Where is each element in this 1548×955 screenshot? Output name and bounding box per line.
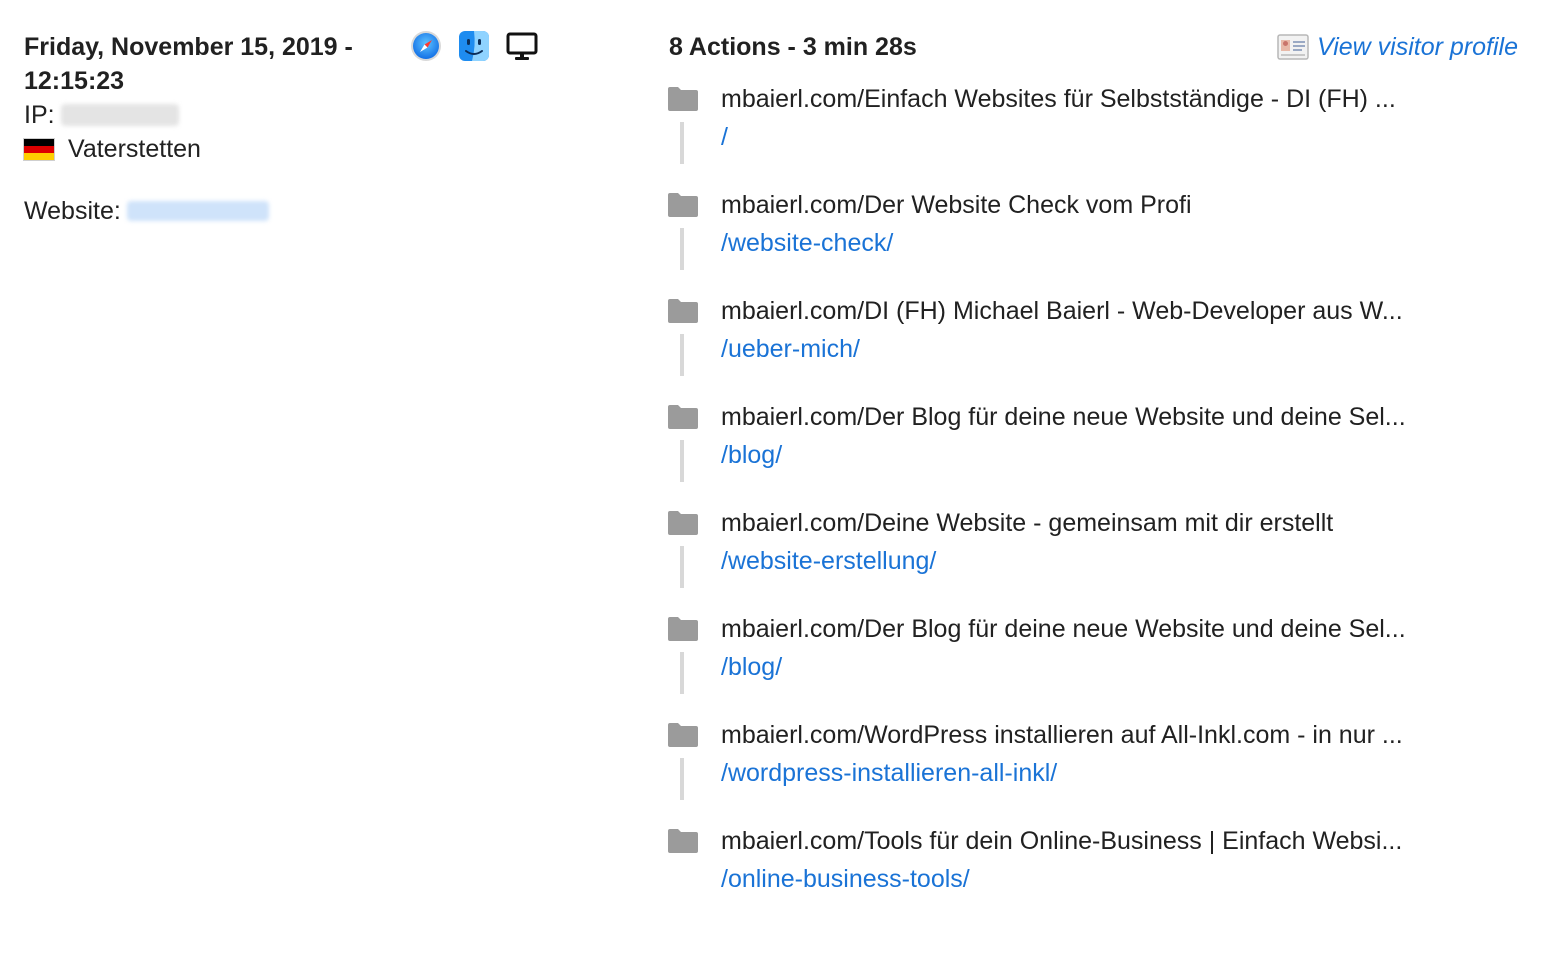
action-item: mbaierl.com/Deine Website - gemeinsam mi… <box>667 506 1457 612</box>
folder-icon <box>667 510 699 536</box>
device-icons <box>410 30 538 62</box>
action-title: mbaierl.com/Der Blog für deine neue Webs… <box>721 615 1406 643</box>
action-title: mbaierl.com/Der Blog für deine neue Webs… <box>721 403 1406 431</box>
action-url-link[interactable]: /blog/ <box>721 650 782 684</box>
view-visitor-profile-link[interactable]: View visitor profile <box>1277 30 1518 64</box>
action-item: mbaierl.com/Der Website Check vom Profi … <box>667 188 1457 294</box>
folder-icon <box>667 298 699 324</box>
finder-icon <box>458 30 490 62</box>
action-title: mbaierl.com/WordPress installieren auf A… <box>721 721 1403 749</box>
action-url-link[interactable]: /online-business-tools/ <box>721 862 970 896</box>
action-connector <box>680 758 684 800</box>
folder-icon <box>667 86 699 112</box>
action-url-link[interactable]: /wordpress-installieren-all-inkl/ <box>721 756 1057 790</box>
action-connector <box>680 440 684 482</box>
folder-icon <box>667 404 699 430</box>
folder-icon <box>667 828 699 854</box>
action-connector <box>680 652 684 694</box>
action-item: mbaierl.com/Einfach Websites für Selbsts… <box>667 82 1457 188</box>
action-title: mbaierl.com/Tools für dein Online-Busine… <box>721 827 1403 855</box>
folder-icon <box>667 722 699 748</box>
action-title: mbaierl.com/Deine Website - gemeinsam mi… <box>721 509 1334 537</box>
action-item: mbaierl.com/Der Blog für deine neue Webs… <box>667 612 1457 718</box>
ip-row: IP: <box>24 98 364 132</box>
action-item: mbaierl.com/Tools für dein Online-Busine… <box>667 824 1457 930</box>
action-url-link[interactable]: /ueber-mich/ <box>721 332 860 366</box>
website-value-redacted[interactable] <box>126 201 269 221</box>
safari-icon <box>410 30 442 62</box>
desktop-monitor-icon <box>506 30 538 62</box>
action-url-link[interactable]: / <box>721 120 728 154</box>
ip-label: IP: <box>24 101 55 129</box>
actions-summary: 8 Actions - 3 min 28s <box>669 33 917 61</box>
action-title: mbaierl.com/Einfach Websites für Selbsts… <box>721 85 1396 113</box>
action-connector <box>680 228 684 270</box>
action-url-link[interactable]: /website-erstellung/ <box>721 544 936 578</box>
website-row: Website: <box>24 194 364 228</box>
action-url-link[interactable]: /website-check/ <box>721 226 893 260</box>
germany-flag-icon <box>24 138 54 160</box>
website-label: Website: <box>24 197 121 225</box>
action-title: mbaierl.com/Der Website Check vom Profi <box>721 191 1192 219</box>
visitor-profile-label[interactable]: View visitor profile <box>1317 30 1518 64</box>
action-connector <box>680 546 684 588</box>
action-connector <box>680 122 684 164</box>
location-city: Vaterstetten <box>68 135 201 163</box>
folder-icon <box>667 192 699 218</box>
action-item: mbaierl.com/Der Blog für deine neue Webs… <box>667 400 1457 506</box>
action-item: mbaierl.com/DI (FH) Michael Baierl - Web… <box>667 294 1457 400</box>
actions-list: mbaierl.com/Einfach Websites für Selbsts… <box>667 82 1457 930</box>
visitor-profile-card-icon <box>1277 33 1309 61</box>
ip-value-redacted <box>60 104 179 126</box>
visit-datetime: Friday, November 15, 2019 - 12:15:23 <box>24 33 353 95</box>
visit-info: Friday, November 15, 2019 - 12:15:23 IP:… <box>24 30 364 228</box>
folder-icon <box>667 616 699 642</box>
action-connector <box>680 334 684 376</box>
action-url-link[interactable]: /blog/ <box>721 438 782 472</box>
action-title: mbaierl.com/DI (FH) Michael Baierl - Web… <box>721 297 1403 325</box>
action-item: mbaierl.com/WordPress installieren auf A… <box>667 718 1457 824</box>
location-row: Vaterstetten <box>24 132 364 166</box>
